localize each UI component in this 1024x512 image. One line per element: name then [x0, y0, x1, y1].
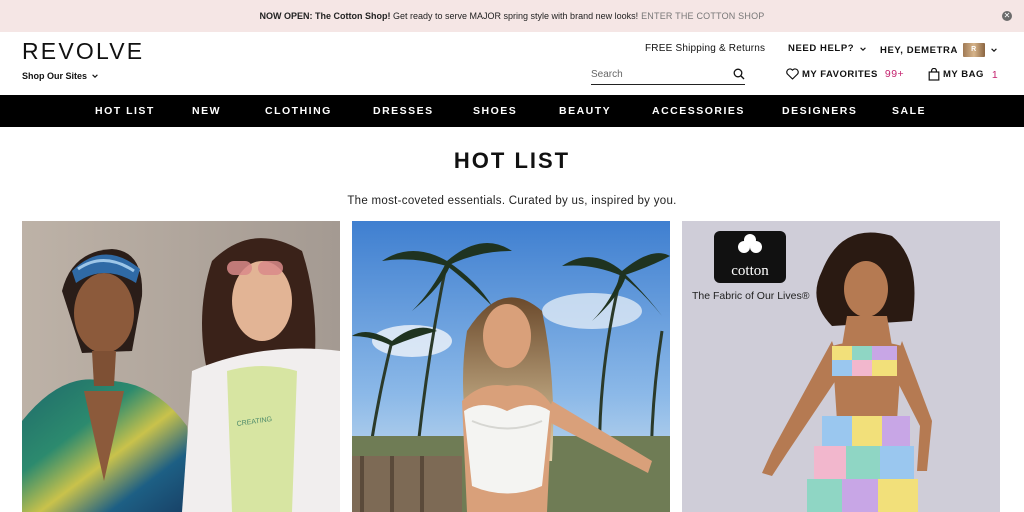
- close-icon[interactable]: ✕: [1002, 11, 1012, 21]
- chevron-down-icon: [991, 48, 997, 52]
- favorites-count: 99+: [884, 68, 905, 80]
- main-nav: HOT LIST NEW CLOTHING DRESSES SHOES BEAU…: [0, 95, 1024, 127]
- bag-label: MY BAG: [943, 69, 984, 80]
- my-bag-link[interactable]: MY BAG 1: [928, 68, 998, 81]
- nav-item-beauty[interactable]: BEAUTY: [559, 95, 611, 127]
- tile-white-bodysuit[interactable]: [352, 221, 670, 512]
- promo-headline: NOW OPEN: The Cotton Shop!: [259, 11, 391, 21]
- free-shipping-link[interactable]: FREE Shipping & Returns: [645, 43, 765, 54]
- tile-cotton-shop[interactable]: cotton The Fabric of Our Lives®: [682, 221, 1000, 512]
- avatar: R: [962, 43, 985, 57]
- bag-count: 1: [991, 68, 999, 81]
- shipping-label: FREE Shipping & Returns: [645, 43, 766, 54]
- greeting-label: HEY, DEMETRA: [880, 44, 958, 56]
- page-title: HOT LIST: [453, 148, 571, 173]
- product-image: cotton The Fabric of Our Lives®: [682, 221, 1000, 512]
- favorites-label: MY FAVORITES: [802, 68, 878, 80]
- shopping-bag-icon: [928, 68, 940, 81]
- search-icon[interactable]: [733, 68, 745, 80]
- need-help-dropdown[interactable]: NEED HELP?: [788, 43, 867, 54]
- nav-item-new[interactable]: NEW: [192, 95, 221, 127]
- heart-icon: [786, 68, 799, 80]
- revolve-logo[interactable]: REVOLVE: [22, 38, 144, 65]
- nav-item-dresses[interactable]: DRESSES: [373, 95, 434, 127]
- promo-text: Get ready to serve MAJOR spring style wi…: [393, 11, 639, 21]
- tile-tie-dye-looks[interactable]: CREATING: [22, 221, 340, 512]
- help-label: NEED HELP?: [788, 43, 855, 54]
- nav-item-designers[interactable]: DESIGNERS: [782, 95, 857, 127]
- nav-item-shoes[interactable]: SHOES: [473, 95, 517, 127]
- shop-our-sites-dropdown[interactable]: Shop Our Sites: [22, 71, 99, 81]
- search-input[interactable]: [591, 68, 721, 80]
- product-image: [352, 221, 670, 512]
- product-image: CREATING: [22, 221, 340, 512]
- chevron-down-icon: [92, 74, 98, 78]
- cotton-brand-text: cotton: [731, 263, 769, 279]
- account-dropdown[interactable]: HEY, DEMETRA R: [880, 43, 998, 57]
- nav-item-sale[interactable]: SALE: [892, 95, 926, 127]
- search-bar[interactable]: [591, 64, 745, 85]
- shop-sites-label: Shop Our Sites: [22, 71, 88, 81]
- nav-item-clothing[interactable]: CLOTHING: [265, 95, 332, 127]
- page-subtitle: The most-coveted essentials. Curated by …: [347, 195, 677, 207]
- cotton-tagline: The Fabric of Our Lives®: [692, 290, 810, 302]
- nav-item-accessories[interactable]: ACCESSORIES: [652, 95, 745, 127]
- promo-banner[interactable]: NOW OPEN: The Cotton Shop! Get ready to …: [0, 0, 1024, 32]
- promo-cta-link[interactable]: ENTER THE COTTON SHOP: [641, 11, 764, 21]
- chevron-down-icon: [860, 46, 866, 51]
- my-favorites-link[interactable]: MY FAVORITES 99+: [786, 68, 904, 80]
- nav-item-hot-list[interactable]: HOT LIST: [95, 95, 155, 127]
